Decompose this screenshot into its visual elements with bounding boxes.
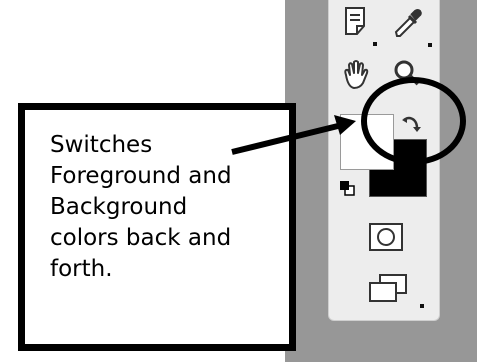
screen-mode-icon — [369, 274, 407, 302]
default-colors-icon — [340, 181, 355, 196]
eyedropper-icon — [394, 9, 422, 37]
quick-mask-icon — [369, 223, 403, 251]
highlight-ellipse — [361, 77, 466, 165]
notes-icon — [345, 7, 365, 35]
default-colors-button[interactable] — [339, 180, 355, 196]
eyedropper-flyout-indicator — [428, 43, 432, 47]
callout-box: Switches Foreground and Background color… — [18, 103, 296, 351]
screen-mode-flyout-indicator — [420, 304, 424, 308]
eyedropper-tool-button[interactable] — [392, 6, 424, 40]
callout-text: Switches Foreground and Background color… — [50, 132, 232, 282]
hand-icon — [344, 60, 369, 89]
quick-mask-button[interactable] — [368, 222, 404, 252]
notes-tool-button[interactable] — [343, 6, 369, 36]
hand-tool-button[interactable] — [340, 59, 372, 91]
notes-flyout-indicator — [373, 42, 377, 46]
screen-mode-button[interactable] — [366, 273, 410, 303]
